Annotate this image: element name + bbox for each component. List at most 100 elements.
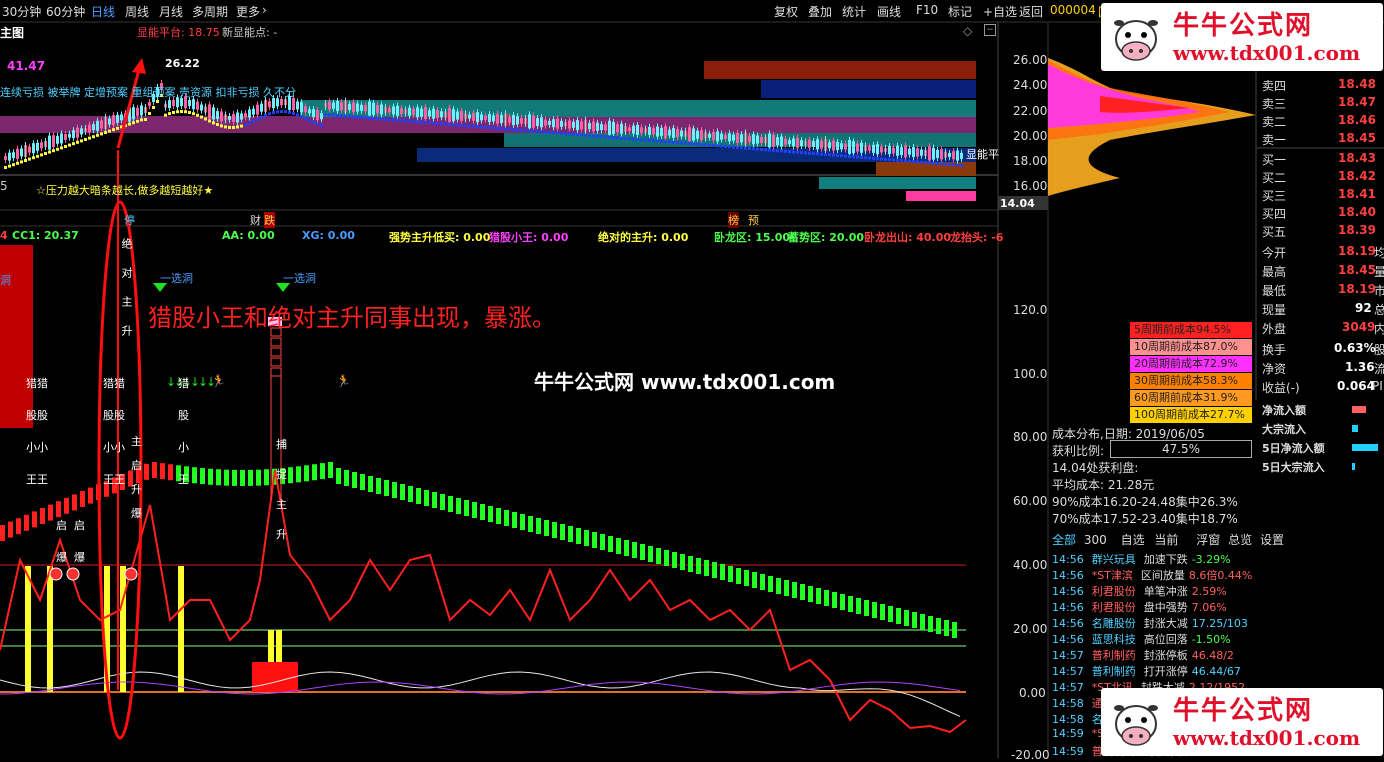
y-label-20: 20.00 bbox=[1013, 129, 1048, 143]
news-row[interactable]: 14:56 利君股份 盘中强势 7.06% bbox=[1052, 599, 1227, 615]
outer-label: 外盘 bbox=[1262, 322, 1287, 336]
news-row[interactable]: 14:57 普利制药 封涨停板 46.48/2 bbox=[1052, 647, 1234, 663]
ind-cc1: CC1: 20.37 bbox=[12, 229, 79, 242]
marker-rank: 榜 bbox=[728, 212, 739, 228]
select-label-1: 一选洞 bbox=[160, 272, 193, 285]
vol-suffix: 总 bbox=[1374, 303, 1384, 317]
ind-xg: XG: 0.00 bbox=[302, 229, 355, 242]
ind-y-120: 120.0 bbox=[1013, 303, 1048, 317]
minimize-icon[interactable]: − bbox=[984, 24, 996, 36]
marker-drop: 跌 bbox=[264, 212, 275, 228]
ind-y-40: 40.00 bbox=[1013, 558, 1048, 572]
watermark-title: 牛牛公式网 bbox=[1173, 11, 1314, 41]
sell4-price: 18.48 bbox=[1338, 77, 1376, 91]
news-row[interactable]: 14:56 *ST津滨 区间放量 8.6倍0.44% bbox=[1052, 567, 1252, 583]
diamond-icon[interactable]: ◇ bbox=[963, 24, 972, 38]
label-column-e: 启爆 bbox=[74, 519, 85, 564]
cost-period-10: 10周期前成本87.0% bbox=[1130, 339, 1252, 355]
profit-at-price: 14.04处获利盘: bbox=[1052, 461, 1139, 475]
cost-period-5: 5周期前成本94.5% bbox=[1130, 322, 1252, 338]
outer-suffix: 内 bbox=[1374, 322, 1384, 336]
watermark-title: 牛牛公式网 bbox=[1173, 696, 1314, 726]
watermark-bottom: 牛牛公式网 www.tdx001.com bbox=[1101, 688, 1383, 756]
net-value: 1.36 bbox=[1345, 360, 1375, 374]
eps-value: 0.064 bbox=[1337, 379, 1375, 393]
ind-y-100: 100.0 bbox=[1013, 367, 1048, 381]
label-column-d: 启爆 bbox=[56, 519, 67, 564]
y-label-26: 26.00 bbox=[1013, 53, 1048, 67]
news-event: 封涨停板 bbox=[1143, 649, 1188, 662]
label-column-c: 猎股小王 bbox=[178, 377, 189, 486]
low-value: 18.19 bbox=[1338, 282, 1376, 296]
sell4-label: 卖四 bbox=[1262, 79, 1287, 93]
ind-y-60: 60.00 bbox=[1013, 494, 1048, 508]
tab-overview[interactable]: 总览 bbox=[1228, 533, 1252, 547]
y-label-16: 16.00 bbox=[1013, 179, 1048, 193]
cow-logo-icon bbox=[1114, 705, 1158, 746]
ind-y-20: 20.00 bbox=[1013, 622, 1048, 636]
ind-strong-buy: 强势主升低买: 0.00 bbox=[389, 231, 491, 244]
news-tabs: 全部 300 自选 当前 浮窗 总览 设置 bbox=[1052, 531, 1284, 548]
turnover-value: 0.63% bbox=[1334, 341, 1376, 355]
buy1-label: 买一 bbox=[1262, 153, 1287, 167]
news-event: 单笔冲涨 bbox=[1143, 585, 1188, 598]
news-event: 盘中强势 bbox=[1143, 601, 1188, 614]
tab-current[interactable]: 当前 bbox=[1154, 533, 1178, 547]
low-label: 最低 bbox=[1262, 284, 1287, 298]
runner-icon-2: 🏃 bbox=[336, 374, 351, 388]
news-value: 17.25/103 bbox=[1191, 617, 1248, 630]
news-time: 14:58 bbox=[1052, 697, 1084, 710]
runner-icon: 🏃 bbox=[211, 374, 226, 388]
news-stock-name: 蓝思科技 bbox=[1091, 633, 1136, 646]
cost-period-30: 30周期前成本58.3% bbox=[1130, 373, 1252, 389]
sell3-label: 卖三 bbox=[1262, 97, 1287, 111]
buy2-price: 18.42 bbox=[1338, 169, 1376, 183]
flow-5d-block: 5日大宗流入 bbox=[1262, 461, 1325, 474]
high-label: 最高 bbox=[1262, 265, 1287, 279]
ind-wolong: 卧龙区: 15.00 bbox=[714, 231, 791, 244]
news-event: 高位回落 bbox=[1143, 633, 1188, 646]
news-value: 7.06% bbox=[1191, 601, 1227, 614]
buy3-label: 买三 bbox=[1262, 189, 1287, 203]
main-chart-title: 主图 bbox=[0, 26, 25, 40]
tab-all[interactable]: 全部 bbox=[1052, 533, 1076, 547]
cost-period-100: 100周期前成本27.7% bbox=[1130, 407, 1252, 423]
news-row[interactable]: 14:56 蓝思科技 高位回落 -1.50% bbox=[1052, 631, 1231, 647]
sell2-label: 卖二 bbox=[1262, 115, 1287, 129]
ind-y-80: 80.00 bbox=[1013, 430, 1048, 444]
news-stock-name: 普利制药 bbox=[1091, 665, 1136, 678]
news-row[interactable]: 14:57 普利制药 打开涨停 46.44/67 bbox=[1052, 663, 1241, 679]
profit-ratio-field: 47.5% bbox=[1110, 440, 1252, 458]
eps-label: 收益(-) bbox=[1262, 381, 1300, 395]
tab-settings[interactable]: 设置 bbox=[1260, 533, 1284, 547]
news-time: 14:57 bbox=[1052, 649, 1084, 662]
ind-aa: AA: 0.00 bbox=[222, 229, 275, 242]
news-time: 14:56 bbox=[1052, 569, 1084, 582]
high-value: 18.45 bbox=[1338, 263, 1376, 277]
flow-block: 大宗流入 bbox=[1262, 423, 1306, 436]
news-time: 14:56 bbox=[1052, 553, 1084, 566]
flow-5d-net: 5日净流入额 bbox=[1262, 442, 1325, 455]
open-suffix: 均 bbox=[1374, 246, 1384, 260]
annotation-main-text: 猎股小王和绝对主升同事出现，暴涨。 bbox=[148, 304, 556, 332]
buy1-price: 18.43 bbox=[1338, 151, 1376, 165]
vol-label: 现量 bbox=[1262, 303, 1287, 317]
sell1-label: 卖一 bbox=[1262, 133, 1287, 147]
cost-period-20: 20周期前成本72.9% bbox=[1130, 356, 1252, 372]
platform-tag: 显能平 bbox=[966, 148, 999, 161]
news-value: -1.50% bbox=[1191, 633, 1231, 646]
news-time: 14:56 bbox=[1052, 633, 1084, 646]
news-row[interactable]: 14:56 利君股份 单笔冲涨 2.59% bbox=[1052, 583, 1227, 599]
news-event: 加速下跌 bbox=[1143, 553, 1188, 566]
new-point-label: 新显能点: - bbox=[222, 26, 278, 39]
watermark-top: 牛牛公式网 www.tdx001.com bbox=[1101, 3, 1383, 71]
news-row[interactable]: 14:56 名雕股份 封涨大减 17.25/103 bbox=[1052, 615, 1248, 631]
news-event: 封涨大减 bbox=[1143, 617, 1188, 630]
tab-watchlist[interactable]: 自选 bbox=[1121, 533, 1145, 547]
news-stock-name: 名雕股份 bbox=[1091, 617, 1136, 630]
ind-wolong-out: 卧龙出山: 40.00 bbox=[864, 231, 952, 244]
ind-y-neg20: -20.00 bbox=[1011, 748, 1050, 762]
peak-price: 26.22 bbox=[165, 57, 200, 70]
tab-float[interactable]: 浮窗 bbox=[1196, 533, 1220, 547]
news-row[interactable]: 14:56 群兴玩具 加速下跌 -3.29% bbox=[1052, 551, 1231, 567]
